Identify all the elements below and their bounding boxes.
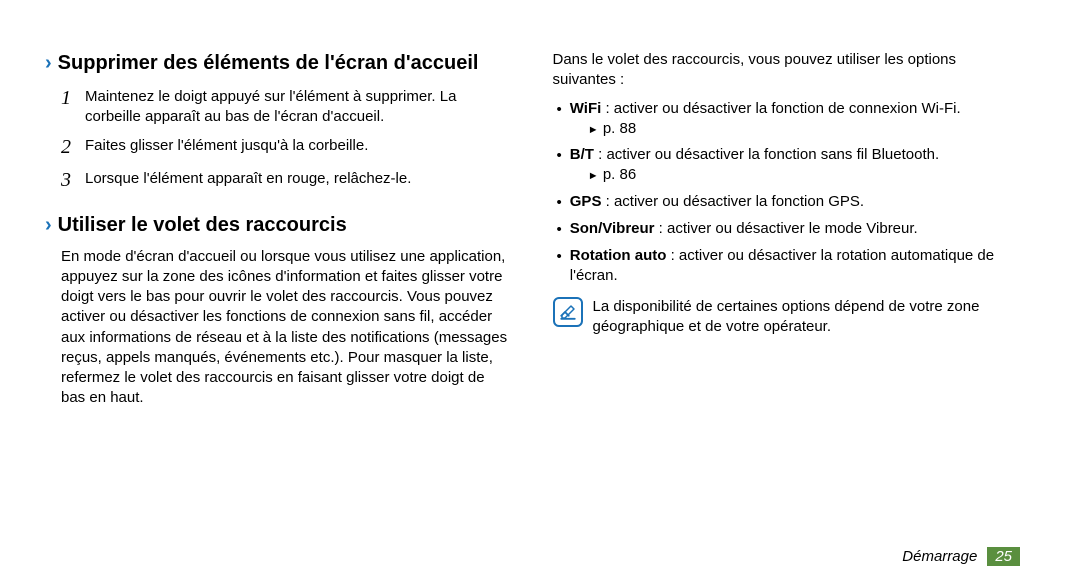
bullet-icon: •	[557, 145, 562, 186]
right-column: Dans le volet des raccourcis, vous pouve…	[553, 50, 1021, 419]
bullet-icon: •	[557, 219, 562, 240]
footer-section-label: Démarrage	[902, 548, 977, 565]
list-item: • WiFi : activer ou désactiver la foncti…	[553, 99, 1021, 140]
bullet-icon: •	[557, 246, 562, 287]
list-item: • Rotation auto : activer ou désactiver …	[553, 246, 1021, 287]
list-item-text: Rotation auto : activer ou désactiver la…	[570, 246, 1020, 287]
step-text: Maintenez le doigt appuyé sur l'élément …	[85, 85, 513, 128]
bullet-icon: •	[557, 99, 562, 140]
step-number: 1	[61, 85, 75, 128]
page-ref: ► p. 88	[570, 119, 1020, 139]
right-intro: Dans le volet des raccourcis, vous pouve…	[553, 50, 1021, 91]
section-2-title: Utiliser le volet des raccourcis	[58, 212, 347, 239]
list-item-text: GPS : activer ou désactiver la fonction …	[570, 192, 1020, 213]
list-item-text: Son/Vibreur : activer ou désactiver le m…	[570, 219, 1020, 240]
section-1-heading: › Supprimer des éléments de l'écran d'ac…	[45, 50, 513, 77]
list-item-text: WiFi : activer ou désactiver la fonction…	[570, 99, 1020, 140]
step-row: 1 Maintenez le doigt appuyé sur l'élémen…	[45, 85, 513, 128]
bullet-icon: •	[557, 192, 562, 213]
page-footer: Démarrage 25	[902, 547, 1020, 566]
note-text: La disponibilité de certaines options dé…	[593, 295, 1021, 338]
chevron-icon: ›	[45, 215, 52, 235]
page-ref: ► p. 86	[570, 165, 1020, 185]
note-row: La disponibilité de certaines options dé…	[553, 295, 1021, 338]
step-text: Faites glisser l'élément jusqu'à la corb…	[85, 134, 513, 161]
step-row: 2 Faites glisser l'élément jusqu'à la co…	[45, 134, 513, 161]
list-item: • B/T : activer ou désactiver la fonctio…	[553, 145, 1021, 186]
footer-page-number: 25	[987, 547, 1020, 566]
list-item: • Son/Vibreur : activer ou désactiver le…	[553, 219, 1021, 240]
step-number: 3	[61, 167, 75, 194]
list-item-text: B/T : activer ou désactiver la fonction …	[570, 145, 1020, 186]
section-2-paragraph: En mode d'écran d'accueil ou lorsque vou…	[45, 247, 513, 409]
chevron-icon: ›	[45, 53, 52, 73]
section-2-heading: › Utiliser le volet des raccourcis	[45, 212, 513, 239]
step-row: 3 Lorsque l'élément apparaît en rouge, r…	[45, 167, 513, 194]
note-icon	[553, 297, 583, 327]
step-text: Lorsque l'élément apparaît en rouge, rel…	[85, 167, 513, 194]
list-item: • GPS : activer ou désactiver la fonctio…	[553, 192, 1021, 213]
section-1-title: Supprimer des éléments de l'écran d'accu…	[58, 50, 479, 77]
step-number: 2	[61, 134, 75, 161]
left-column: › Supprimer des éléments de l'écran d'ac…	[45, 50, 513, 419]
